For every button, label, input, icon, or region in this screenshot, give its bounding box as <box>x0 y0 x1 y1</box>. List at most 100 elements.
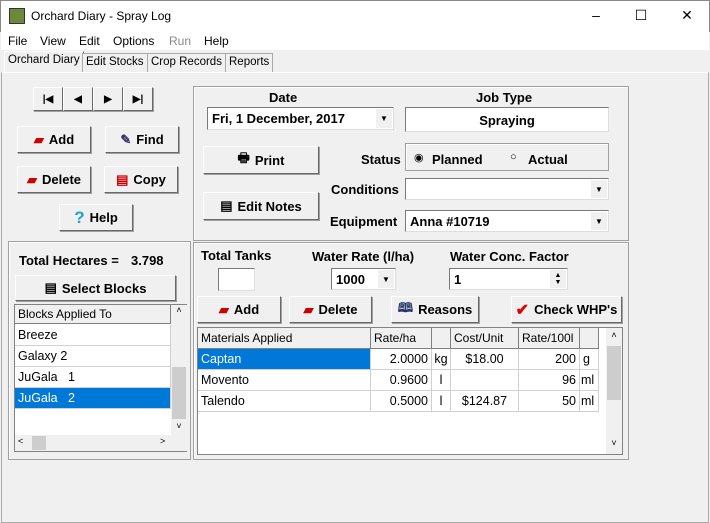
unit-cell[interactable]: l <box>432 370 451 391</box>
materials-grid[interactable]: Materials Applied Rate/ha Cost/Unit Rate… <box>197 327 623 455</box>
maximize-icon[interactable]: ☐ <box>631 7 651 24</box>
water-conc-spinner[interactable]: 1 ▲ ▼ <box>449 268 568 290</box>
spinner-arrows-icon[interactable]: ▲ ▼ <box>550 270 566 288</box>
find-button[interactable]: ✎ Find <box>105 126 179 153</box>
date-value: Fri, 1 December, 2017 <box>212 111 345 126</box>
rate-ha-cell[interactable]: 0.9600 <box>371 370 432 391</box>
tab-crop-records[interactable]: Crop Records <box>147 53 226 72</box>
add-icon: ▰ <box>218 301 229 317</box>
conditions-label: Conditions <box>331 182 399 197</box>
conditions-combo[interactable]: ▼ <box>405 178 609 200</box>
close-icon[interactable]: ✕ <box>677 7 697 24</box>
last-record-button[interactable]: ▶| <box>123 87 153 111</box>
reasons-button[interactable]: 🕮 Reasons <box>391 296 479 323</box>
column-header-unit-100l[interactable] <box>580 328 599 349</box>
list-item[interactable]: Galaxy 2 <box>15 346 171 367</box>
material-name-cell[interactable]: Captan <box>198 349 371 370</box>
vertical-scrollbar[interactable]: ˄ ˅ <box>606 328 622 454</box>
next-record-button[interactable]: ▶ <box>93 87 123 111</box>
delete-material-button[interactable]: ▰ Delete <box>289 296 372 323</box>
cost-unit-cell[interactable]: $18.00 <box>451 349 519 370</box>
menu-options[interactable]: Options <box>113 34 154 48</box>
copy-label: Copy <box>133 172 166 187</box>
find-label: Find <box>136 132 164 147</box>
chevron-down-icon[interactable]: ▼ <box>591 212 607 230</box>
list-item[interactable]: JuGala 2 <box>15 388 171 409</box>
scroll-thumb[interactable] <box>172 367 186 419</box>
list-item[interactable]: JuGala 1 <box>15 367 171 388</box>
scroll-thumb[interactable] <box>607 346 621 400</box>
menu-view[interactable]: View <box>40 34 66 48</box>
water-rate-label: Water Rate (l/ha) <box>312 249 415 264</box>
rate-ha-cell[interactable]: 0.5000 <box>371 391 432 412</box>
tab-edit-stocks[interactable]: Edit Stocks <box>82 53 148 72</box>
total-tanks-input[interactable] <box>218 268 255 291</box>
date-combo[interactable]: Fri, 1 December, 2017 ▼ <box>207 107 394 130</box>
equipment-value: Anna #10719 <box>410 214 490 229</box>
rate-100l-cell[interactable]: 50 <box>519 391 580 412</box>
first-record-button[interactable]: |◀ <box>33 87 63 111</box>
material-name-cell[interactable]: Talendo <box>198 391 371 412</box>
print-label: Print <box>254 152 285 168</box>
add-icon: ▰ <box>33 131 44 147</box>
equipment-combo[interactable]: Anna #10719 ▼ <box>405 210 609 232</box>
job-type-field[interactable]: Spraying <box>405 107 609 132</box>
menu-file[interactable]: File <box>8 34 27 48</box>
book-icon: 🕮 <box>397 299 414 315</box>
unit-cell[interactable]: kg <box>432 349 451 370</box>
column-header-unit[interactable] <box>432 328 451 349</box>
notepad-icon: ▤ <box>44 280 57 295</box>
help-icon: ? <box>74 207 85 227</box>
rate-100l-cell[interactable]: 96 <box>519 370 580 391</box>
add-record-button[interactable]: ▰ Add <box>17 126 91 153</box>
add-material-button[interactable]: ▰ Add <box>197 296 281 323</box>
tab-orchard-diary[interactable]: Orchard Diary <box>4 51 84 72</box>
blocks-list-header[interactable]: Blocks Applied To <box>15 305 171 324</box>
cost-unit-cell[interactable] <box>451 370 519 391</box>
menu-run[interactable]: Run <box>169 34 191 48</box>
print-button[interactable]: 🖶 Print <box>203 146 319 174</box>
column-header-rate-100l[interactable]: Rate/100l <box>519 328 580 349</box>
unit-100l-cell[interactable]: ml <box>580 391 599 412</box>
edit-notes-label: Edit Notes <box>237 198 302 214</box>
help-button[interactable]: ? Help <box>59 204 133 231</box>
delete-record-button[interactable]: ▰ Delete <box>17 166 91 193</box>
horizontal-scrollbar[interactable]: < > <box>15 435 187 451</box>
column-header-rate-ha[interactable]: Rate/ha <box>371 328 432 349</box>
material-name-cell[interactable]: Movento <box>198 370 371 391</box>
rate-ha-cell[interactable]: 2.0000 <box>371 349 432 370</box>
cost-unit-cell[interactable]: $124.87 <box>451 391 519 412</box>
list-item[interactable]: Breeze <box>15 325 171 346</box>
edit-notes-button[interactable]: ▤ Edit Notes <box>203 192 319 220</box>
blocks-list[interactable]: Blocks Applied To Breeze Galaxy 2 JuGala… <box>14 304 187 452</box>
help-label: Help <box>89 210 118 225</box>
check-whp-button[interactable]: ✔ Check WHP's <box>511 296 622 323</box>
copy-button[interactable]: ▤ Copy <box>104 166 178 193</box>
title-bar: Orchard Diary - Spray Log – ☐ ✕ <box>0 0 710 32</box>
chevron-down-icon[interactable]: ▼ <box>591 180 607 198</box>
rate-100l-cell[interactable]: 200 <box>519 349 580 370</box>
menu-help[interactable]: Help <box>204 34 229 48</box>
minimize-icon[interactable]: – <box>586 7 606 23</box>
chevron-down-icon[interactable]: ▼ <box>376 109 392 128</box>
unit-100l-cell[interactable]: g <box>580 349 599 370</box>
previous-record-button[interactable]: ◀ <box>63 87 93 111</box>
water-rate-value: 1000 <box>336 272 365 287</box>
water-conc-value: 1 <box>454 272 462 287</box>
vertical-scrollbar[interactable]: ˄ ˅ <box>171 305 187 435</box>
add-label: Add <box>48 132 75 147</box>
tab-reports[interactable]: Reports <box>225 53 274 72</box>
radio-planned-label: Planned <box>432 152 483 167</box>
column-header-cost-unit[interactable]: Cost/Unit <box>451 328 519 349</box>
radio-actual[interactable]: ○ <box>510 151 517 163</box>
unit-cell[interactable]: l <box>432 391 451 412</box>
scroll-thumb[interactable] <box>32 436 46 450</box>
select-blocks-button[interactable]: ▤ Select Blocks <box>15 275 176 301</box>
status-radio-group: ◉ Planned ○ Actual <box>405 143 609 171</box>
unit-100l-cell[interactable]: ml <box>580 370 599 391</box>
menu-edit[interactable]: Edit <box>79 34 100 48</box>
chevron-down-icon[interactable]: ▼ <box>378 270 394 288</box>
water-rate-combo[interactable]: 1000 ▼ <box>331 268 396 290</box>
radio-planned[interactable]: ◉ <box>414 151 424 164</box>
column-header-material[interactable]: Materials Applied <box>198 328 371 349</box>
